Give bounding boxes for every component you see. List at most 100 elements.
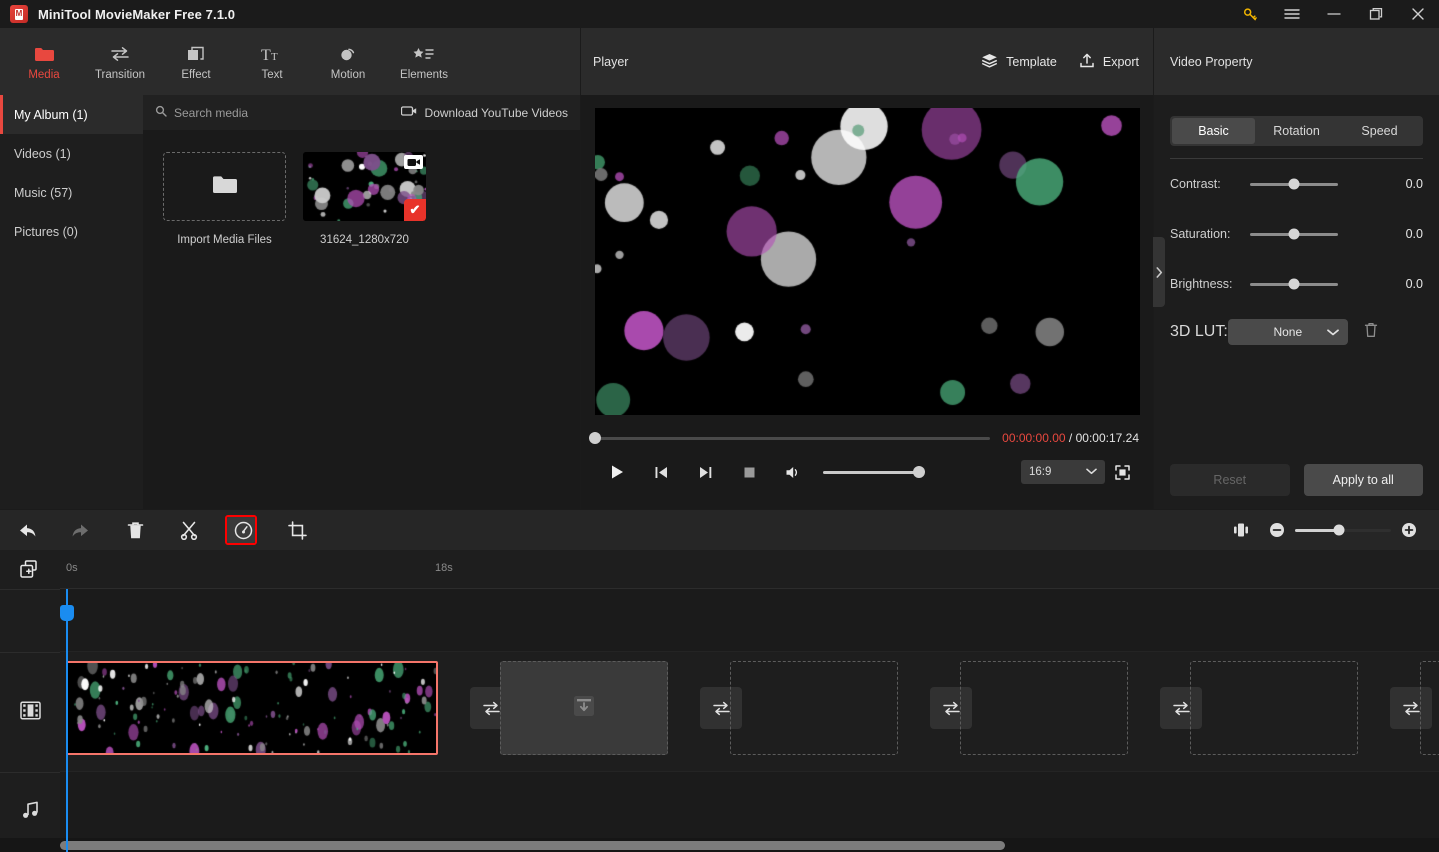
playback-progress-slider[interactable] — [589, 432, 991, 444]
import-media-tile[interactable]: Import Media Files — [163, 152, 286, 246]
search-media-field[interactable]: Search media — [155, 105, 248, 120]
import-media-box[interactable] — [163, 152, 286, 221]
timeline-slot[interactable] — [500, 661, 668, 755]
maximize-icon[interactable] — [1355, 0, 1397, 28]
reset-button[interactable]: Reset — [1170, 464, 1290, 496]
split-button[interactable] — [162, 510, 216, 550]
play-button[interactable] — [595, 459, 639, 485]
tab-basic[interactable]: Basic — [1172, 118, 1255, 144]
sidebar-label-pictures: Pictures (0) — [14, 224, 78, 239]
menu-icon[interactable] — [1271, 0, 1313, 28]
saturation-label: Saturation: — [1170, 227, 1231, 241]
playhead-handle[interactable] — [60, 605, 74, 621]
nav-label-motion: Motion — [330, 69, 366, 81]
timeline-ruler[interactable]: 0s 18s — [60, 550, 1439, 589]
saturation-slider[interactable] — [1250, 228, 1338, 240]
speed-button[interactable] — [216, 510, 270, 550]
timeline-zoom-slider[interactable] — [1295, 524, 1391, 536]
panel-collapse-handle[interactable] — [1153, 237, 1165, 307]
nav-label-text: Text — [261, 69, 283, 81]
chevron-down-icon — [1326, 325, 1339, 339]
media-item-label: 31624_1280x720 — [320, 234, 409, 246]
tab-speed-label: Speed — [1361, 124, 1398, 138]
contrast-slider[interactable] — [1250, 178, 1338, 190]
nav-tab-motion[interactable]: Motion — [310, 31, 386, 93]
player-panel: Player Template Export 00:00:00.00 / 00:… — [581, 28, 1153, 509]
stop-button[interactable] — [727, 459, 771, 485]
media-toolbar: Search media Download YouTube Videos — [143, 95, 580, 130]
lut-select[interactable]: None — [1227, 319, 1348, 345]
timeline-slot[interactable] — [960, 661, 1128, 755]
folder-import-icon — [212, 174, 238, 200]
media-selected-check[interactable]: ✔ — [404, 199, 426, 221]
aspect-ratio-select[interactable]: 16:9 — [1021, 460, 1105, 484]
contrast-knob[interactable] — [1288, 178, 1300, 190]
tab-speed[interactable]: Speed — [1338, 118, 1421, 144]
player-title: Player — [593, 54, 629, 69]
add-to-slot-icon — [573, 695, 595, 722]
scrollbar-thumb[interactable] — [60, 841, 1005, 850]
playhead[interactable] — [60, 589, 74, 852]
track-header-video[interactable] — [0, 652, 60, 772]
media-item-tile[interactable]: ✔ 31624_1280x720 — [303, 152, 426, 246]
delete-button[interactable] — [108, 510, 162, 550]
nav-tab-text[interactable]: TT Text — [234, 31, 310, 93]
undo-button[interactable] — [0, 510, 54, 550]
playback-progress-knob[interactable] — [589, 432, 601, 444]
sidebar-item-videos[interactable]: Videos (1) — [0, 134, 143, 173]
nav-tab-media[interactable]: Media — [6, 31, 82, 93]
key-icon[interactable] — [1229, 0, 1271, 28]
media-grid: Import Media Files ✔ 31624_1280x720 — [143, 130, 580, 246]
add-media-button[interactable] — [0, 550, 60, 589]
timeline-zoom-fill — [1295, 528, 1340, 532]
apply-to-all-button[interactable]: Apply to all — [1303, 464, 1423, 496]
fit-timeline-button[interactable] — [1223, 510, 1259, 550]
track-header-text[interactable] — [0, 589, 60, 652]
next-frame-button[interactable] — [683, 459, 727, 485]
timeline-row-video[interactable] — [60, 652, 1439, 772]
volume-knob[interactable] — [913, 466, 925, 478]
redo-button[interactable] — [54, 510, 108, 550]
preview-stage[interactable] — [594, 108, 1140, 415]
crop-button[interactable] — [270, 510, 324, 550]
app-window: M MiniTool MovieMaker Free 7.1.0 Media T… — [0, 0, 1439, 852]
nav-tab-transition[interactable]: Transition — [82, 31, 158, 93]
export-upload-icon — [1079, 53, 1095, 71]
nav-tab-elements[interactable]: Elements — [386, 31, 462, 93]
timeline-zoom-knob[interactable] — [1333, 524, 1345, 536]
brightness-label: Brightness: — [1170, 277, 1233, 291]
saturation-knob[interactable] — [1288, 228, 1300, 240]
export-button[interactable]: Export — [1079, 53, 1139, 71]
template-button[interactable]: Template — [981, 53, 1057, 71]
sidebar-item-my-album[interactable]: My Album (1) — [0, 95, 143, 134]
timeline-row-text[interactable] — [60, 589, 1439, 652]
brightness-slider[interactable] — [1250, 278, 1338, 290]
sidebar-item-pictures[interactable]: Pictures (0) — [0, 212, 143, 251]
download-youtube-button[interactable]: Download YouTube Videos — [400, 105, 568, 120]
folder-icon — [34, 42, 54, 62]
media-item-thumbnail[interactable]: ✔ — [303, 152, 426, 221]
timeline-slot[interactable] — [730, 661, 898, 755]
template-label: Template — [1006, 54, 1057, 69]
zoom-in-button[interactable] — [1391, 510, 1427, 550]
search-icon — [155, 105, 167, 120]
ruler-tick-0: 0s — [66, 562, 78, 574]
timeline-slot[interactable] — [1190, 661, 1358, 755]
nav-label-elements: Elements — [400, 69, 448, 81]
volume-button[interactable] — [771, 459, 815, 485]
brightness-knob[interactable] — [1288, 278, 1300, 290]
volume-slider[interactable] — [823, 466, 925, 478]
nav-tab-effect[interactable]: Effect — [158, 31, 234, 93]
sidebar-item-music[interactable]: Music (57) — [0, 173, 143, 212]
delete-lut-icon[interactable] — [1364, 322, 1378, 343]
close-icon[interactable] — [1397, 0, 1439, 28]
video-clip[interactable] — [66, 661, 438, 755]
previous-frame-button[interactable] — [639, 459, 683, 485]
app-logo-glyph: M — [15, 8, 23, 20]
fullscreen-button[interactable] — [1105, 459, 1139, 485]
minimize-icon[interactable] — [1313, 0, 1355, 28]
timeline-slot[interactable] — [1420, 661, 1439, 755]
tab-rotation[interactable]: Rotation — [1255, 118, 1338, 144]
zoom-out-button[interactable] — [1259, 510, 1295, 550]
timeline-horizontal-scrollbar[interactable] — [0, 838, 1439, 852]
